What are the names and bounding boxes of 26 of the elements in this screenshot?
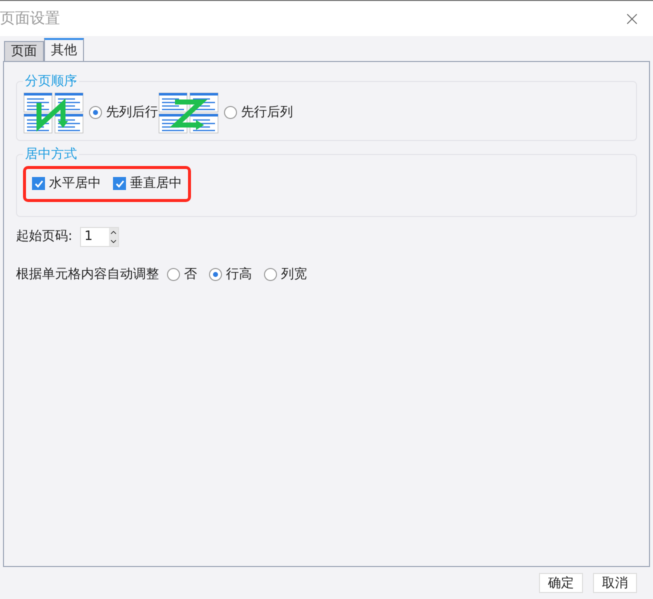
radio-label: 先行后列 — [241, 104, 293, 122]
radio-label: 列宽 — [281, 266, 307, 284]
autofit-label: 根据单元格内容自动调整 — [16, 266, 159, 284]
radio-label: 先列后行 — [106, 104, 158, 122]
checkbox[interactable] — [32, 177, 45, 190]
radio-button[interactable] — [167, 268, 180, 281]
radio-button[interactable] — [209, 268, 222, 281]
radio-label: 行高 — [226, 266, 252, 284]
dialog-button[interactable]: 取消 — [593, 573, 637, 593]
window-title: 页面设置 — [0, 8, 60, 30]
radio-button[interactable] — [89, 106, 102, 119]
group-title: 居中方式 — [24, 146, 78, 164]
number-spinner[interactable]: 1 — [80, 226, 120, 246]
radio-button[interactable] — [224, 106, 237, 119]
radio-button[interactable] — [264, 268, 277, 281]
page-order-icon — [158, 92, 220, 134]
checkbox-label: 水平居中 — [49, 175, 101, 193]
group-title: 分页顺序 — [24, 73, 78, 91]
page-order-icon — [23, 92, 85, 134]
start-page-label: 起始页码: — [16, 228, 72, 246]
radio-label: 否 — [184, 266, 197, 284]
tab[interactable]: 页面 — [4, 41, 44, 61]
tab[interactable]: 其他 — [44, 38, 84, 62]
checkbox-label: 垂直居中 — [130, 175, 182, 193]
checkbox[interactable] — [113, 177, 126, 190]
dialog-button[interactable]: 确定 — [539, 573, 583, 593]
